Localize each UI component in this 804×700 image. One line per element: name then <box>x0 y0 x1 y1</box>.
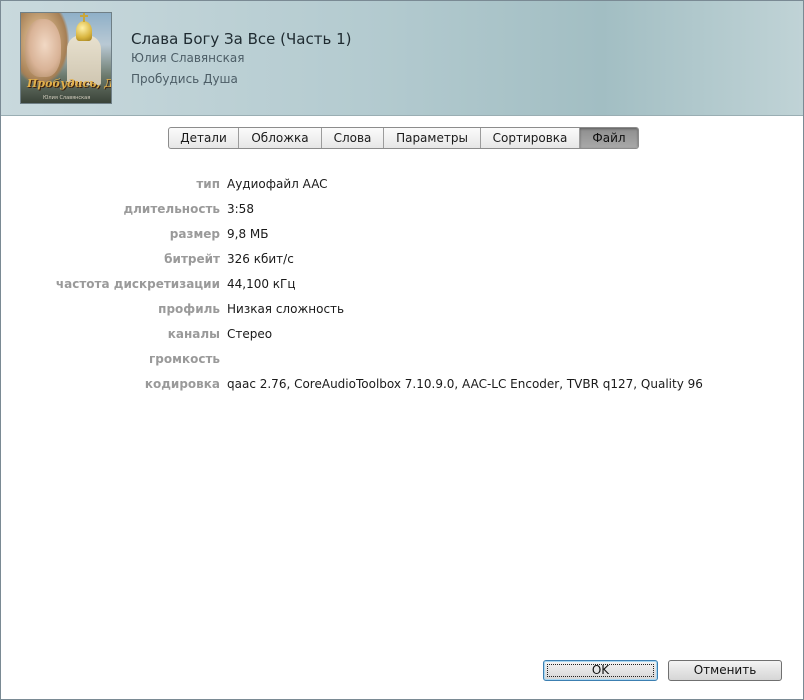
focus-ring <box>547 664 654 677</box>
info-value: 3:58 <box>227 202 254 216</box>
artwork-face <box>25 19 61 77</box>
info-row-channels: каналы Стерео <box>1 323 803 348</box>
file-info-list: тип Аудиофайл AAC длительность 3:58 разм… <box>1 173 803 398</box>
album-artwork: Пробудись, Душа! Юлия Славянская <box>20 12 112 104</box>
cancel-button[interactable]: Отменить <box>668 660 782 681</box>
tab-options[interactable]: Параметры <box>384 128 481 148</box>
info-row-type: тип Аудиофайл AAC <box>1 173 803 198</box>
info-value: Низкая сложность <box>227 302 345 316</box>
info-label: кодировка <box>144 377 220 391</box>
ok-button[interactable]: OK <box>543 660 658 681</box>
info-value: 326 кбит/с <box>227 252 294 266</box>
info-row-duration: длительность 3:58 <box>1 198 803 223</box>
info-label: размер <box>169 227 220 241</box>
info-row-profile: профиль Низкая сложность <box>1 298 803 323</box>
artwork-subtitle: Юлия Славянская <box>43 95 91 101</box>
info-row-sample-rate: частота дискретизации 44,100 кГц <box>1 273 803 298</box>
info-row-volume: громкость <box>1 348 803 373</box>
info-label: профиль <box>158 302 220 316</box>
tab-details[interactable]: Детали <box>169 128 239 148</box>
info-row-size: размер 9,8 МБ <box>1 223 803 248</box>
info-value: Аудиофайл AAC <box>227 177 328 191</box>
song-title: Слава Богу За Все (Часть 1) <box>131 30 352 48</box>
info-value: Стерео <box>227 327 273 341</box>
info-label: громкость <box>149 352 220 366</box>
info-value: 9,8 МБ <box>227 227 269 241</box>
info-label: частота дискретизации <box>55 277 220 291</box>
info-label: тип <box>196 177 220 191</box>
song-artist: Юлия Славянская <box>131 51 245 65</box>
artwork-cross <box>80 13 88 22</box>
info-label: битрейт <box>164 252 220 266</box>
artwork-title: Пробудись, Душа! <box>27 77 111 90</box>
cancel-button-label: Отменить <box>693 663 757 677</box>
info-row-encoding: кодировка qaac 2.76, CoreAudioToolbox 7.… <box>1 373 803 398</box>
tab-file[interactable]: Файл <box>580 128 638 148</box>
song-album: Пробудись Душа <box>131 72 238 86</box>
info-value: 44,100 кГц <box>227 277 296 291</box>
info-label: длительность <box>123 202 220 216</box>
info-value: qaac 2.76, CoreAudioToolbox 7.10.9.0, AA… <box>227 377 703 391</box>
info-label: каналы <box>167 327 220 341</box>
tab-lyrics[interactable]: Слова <box>322 128 384 148</box>
info-row-bitrate: битрейт 326 кбит/с <box>1 248 803 273</box>
info-dialog: Пробудись, Душа! Юлия Славянская Слава Б… <box>0 0 804 700</box>
artwork-dome <box>76 21 92 41</box>
dialog-header: Пробудись, Душа! Юлия Славянская Слава Б… <box>1 1 803 116</box>
tab-artwork[interactable]: Обложка <box>239 128 322 148</box>
tab-bar: Детали Обложка Слова Параметры Сортировк… <box>168 127 639 149</box>
tab-sorting[interactable]: Сортировка <box>481 128 580 148</box>
